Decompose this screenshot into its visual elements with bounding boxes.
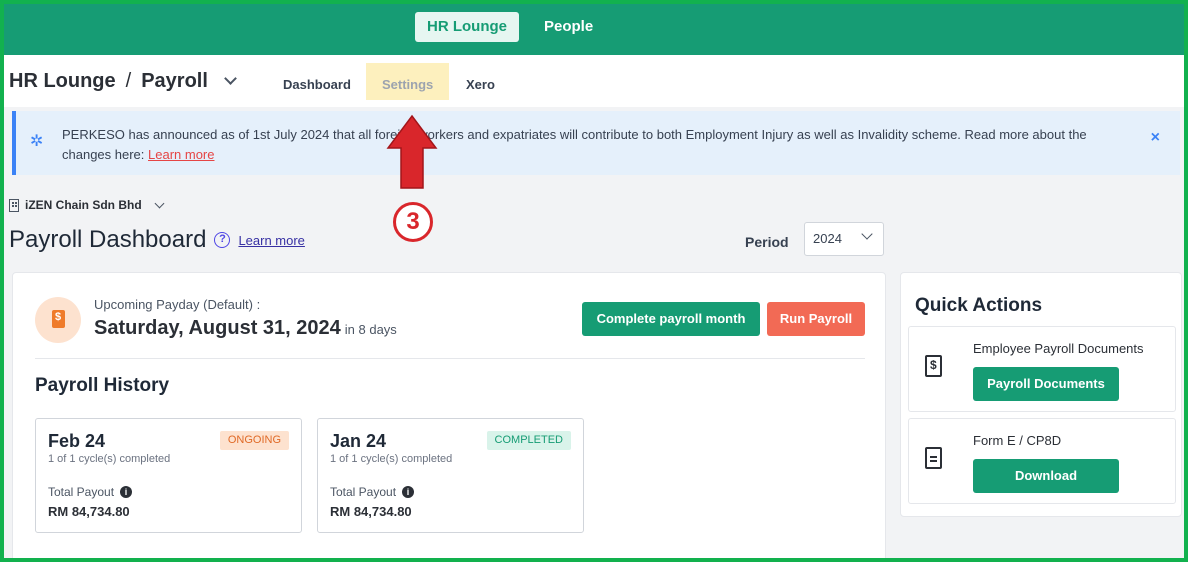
info-icon[interactable]: i — [402, 486, 415, 498]
announcement-banner: ✲ PERKESO has announced as of 1st July 2… — [12, 111, 1180, 175]
history-month: Feb 24 — [48, 431, 106, 451]
history-cycles: 1 of 1 cycle(s) completed — [330, 453, 453, 465]
run-payroll-button[interactable]: Run Payroll — [767, 302, 865, 336]
complete-payroll-month-button[interactable]: Complete payroll month — [582, 302, 760, 336]
total-payout-label: Total Payout i — [330, 485, 415, 499]
payroll-history-card-jan[interactable]: Jan 24 COMPLETED 1 of 1 cycle(s) complet… — [317, 418, 584, 533]
close-icon[interactable]: × — [1151, 129, 1160, 147]
period-select[interactable]: 2024 — [804, 222, 884, 256]
upcoming-payday-label: Upcoming Payday (Default) : — [94, 297, 261, 312]
payroll-history-title: Payroll History — [35, 375, 170, 396]
chevron-down-icon — [861, 228, 873, 240]
tab-xero[interactable]: Xero — [450, 63, 511, 100]
top-tab-people[interactable]: People — [532, 12, 605, 42]
tab-settings[interactable]: Settings — [366, 63, 450, 100]
quick-action-label: Form E / CP8D — [973, 433, 1062, 448]
period-label: Period — [745, 234, 789, 250]
bug-icon: ✲ — [30, 133, 44, 150]
status-badge: ONGOING — [219, 431, 289, 450]
quick-actions-title: Quick Actions — [915, 295, 1043, 316]
quick-action-payroll-documents: Employee Payroll Documents Payroll Docum… — [908, 326, 1176, 412]
status-badge: COMPLETED — [486, 431, 571, 450]
screenshot-frame: HR Lounge People HR Lounge / Payroll Das… — [0, 0, 1188, 562]
tab-dashboard[interactable]: Dashboard — [267, 63, 367, 100]
info-icon[interactable]: i — [120, 486, 133, 498]
total-payout-value: RM 84,734.80 — [48, 504, 130, 519]
banner-learn-more-link[interactable]: Learn more — [148, 147, 214, 162]
top-tab-hr-lounge[interactable]: HR Lounge — [415, 12, 519, 42]
company-selector[interactable]: iZEN Chain Sdn Bhd — [9, 198, 165, 212]
payday-document-icon — [35, 297, 81, 343]
page-header: HR Lounge / Payroll Dashboard Settings X… — [4, 55, 1184, 107]
breadcrumb-root[interactable]: HR Lounge — [9, 70, 116, 93]
annotation-step-badge: 3 — [393, 202, 433, 242]
chevron-down-icon — [154, 198, 165, 208]
payroll-documents-button[interactable]: Payroll Documents — [973, 367, 1119, 401]
file-dollar-icon — [925, 355, 942, 377]
payday-countdown: in 8 days — [344, 322, 397, 337]
annotation-arrow-icon — [386, 114, 438, 189]
chevron-down-icon[interactable] — [224, 72, 237, 85]
banner-message: PERKESO has announced as of 1st July 202… — [62, 127, 1087, 162]
page-title-text: Payroll Dashboard — [9, 226, 207, 253]
payroll-history-card-feb[interactable]: Feb 24 ONGOING 1 of 1 cycle(s) completed… — [35, 418, 302, 533]
history-month: Jan 24 — [330, 431, 387, 451]
breadcrumb: HR Lounge / Payroll — [9, 70, 237, 93]
breadcrumb-current[interactable]: Payroll — [141, 70, 208, 93]
quick-action-label: Employee Payroll Documents — [973, 341, 1144, 356]
payroll-main-card: Upcoming Payday (Default) : Saturday, Au… — [12, 272, 886, 558]
building-icon — [9, 198, 19, 212]
learn-more-link[interactable]: Learn more — [238, 233, 304, 248]
total-payout-label: Total Payout i — [48, 485, 133, 499]
file-text-icon — [925, 447, 942, 469]
banner-text: PERKESO has announced as of 1st July 202… — [62, 125, 1092, 165]
quick-action-form-e: Form E / CP8D Download — [908, 418, 1176, 504]
period-value: 2024 — [813, 231, 842, 246]
download-button[interactable]: Download — [973, 459, 1119, 493]
history-cycles: 1 of 1 cycle(s) completed — [48, 453, 171, 465]
company-name: iZEN Chain Sdn Bhd — [25, 198, 142, 212]
divider — [35, 358, 865, 359]
page-title: Payroll Dashboard ? Learn more — [9, 226, 305, 254]
upcoming-payday-date: Saturday, August 31, 2024 in 8 days — [94, 317, 397, 339]
breadcrumb-separator: / — [125, 70, 132, 92]
help-circle-icon[interactable]: ? — [214, 232, 231, 248]
top-navigation-bar: HR Lounge People — [4, 4, 1184, 55]
quick-actions-card: Quick Actions Employee Payroll Documents… — [900, 272, 1182, 517]
total-payout-value: RM 84,734.80 — [330, 504, 412, 519]
